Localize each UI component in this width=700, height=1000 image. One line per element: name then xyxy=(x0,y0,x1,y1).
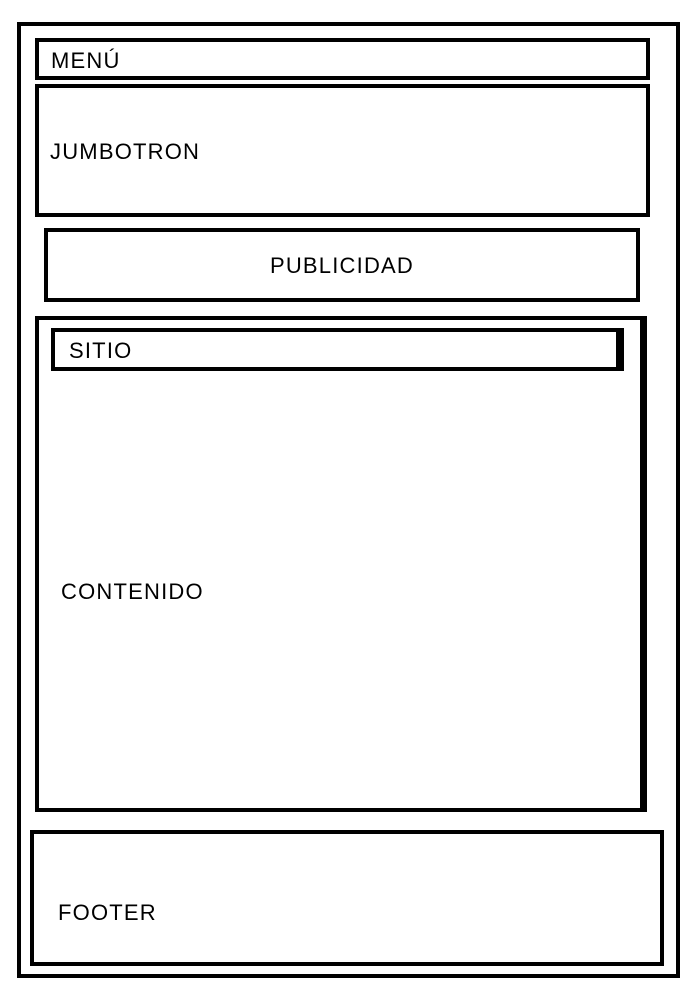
sitio-block: SITIO xyxy=(51,328,624,371)
jumbotron-block: JUMBOTRON xyxy=(35,84,650,217)
footer-label: FOOTER xyxy=(58,900,157,925)
jumbotron-label: JUMBOTRON xyxy=(50,139,201,164)
menu-label: MENÚ xyxy=(51,48,121,73)
publicidad-block: PUBLICIDAD xyxy=(44,228,640,302)
footer-block: FOOTER xyxy=(30,830,664,966)
contenido-label: CONTENIDO xyxy=(61,579,204,604)
publicidad-label: PUBLICIDAD xyxy=(269,253,415,278)
sitio-label: SITIO xyxy=(69,338,133,363)
contenido-block: SITIO CONTENIDO xyxy=(35,316,647,812)
menu-block: MENÚ xyxy=(35,38,650,80)
